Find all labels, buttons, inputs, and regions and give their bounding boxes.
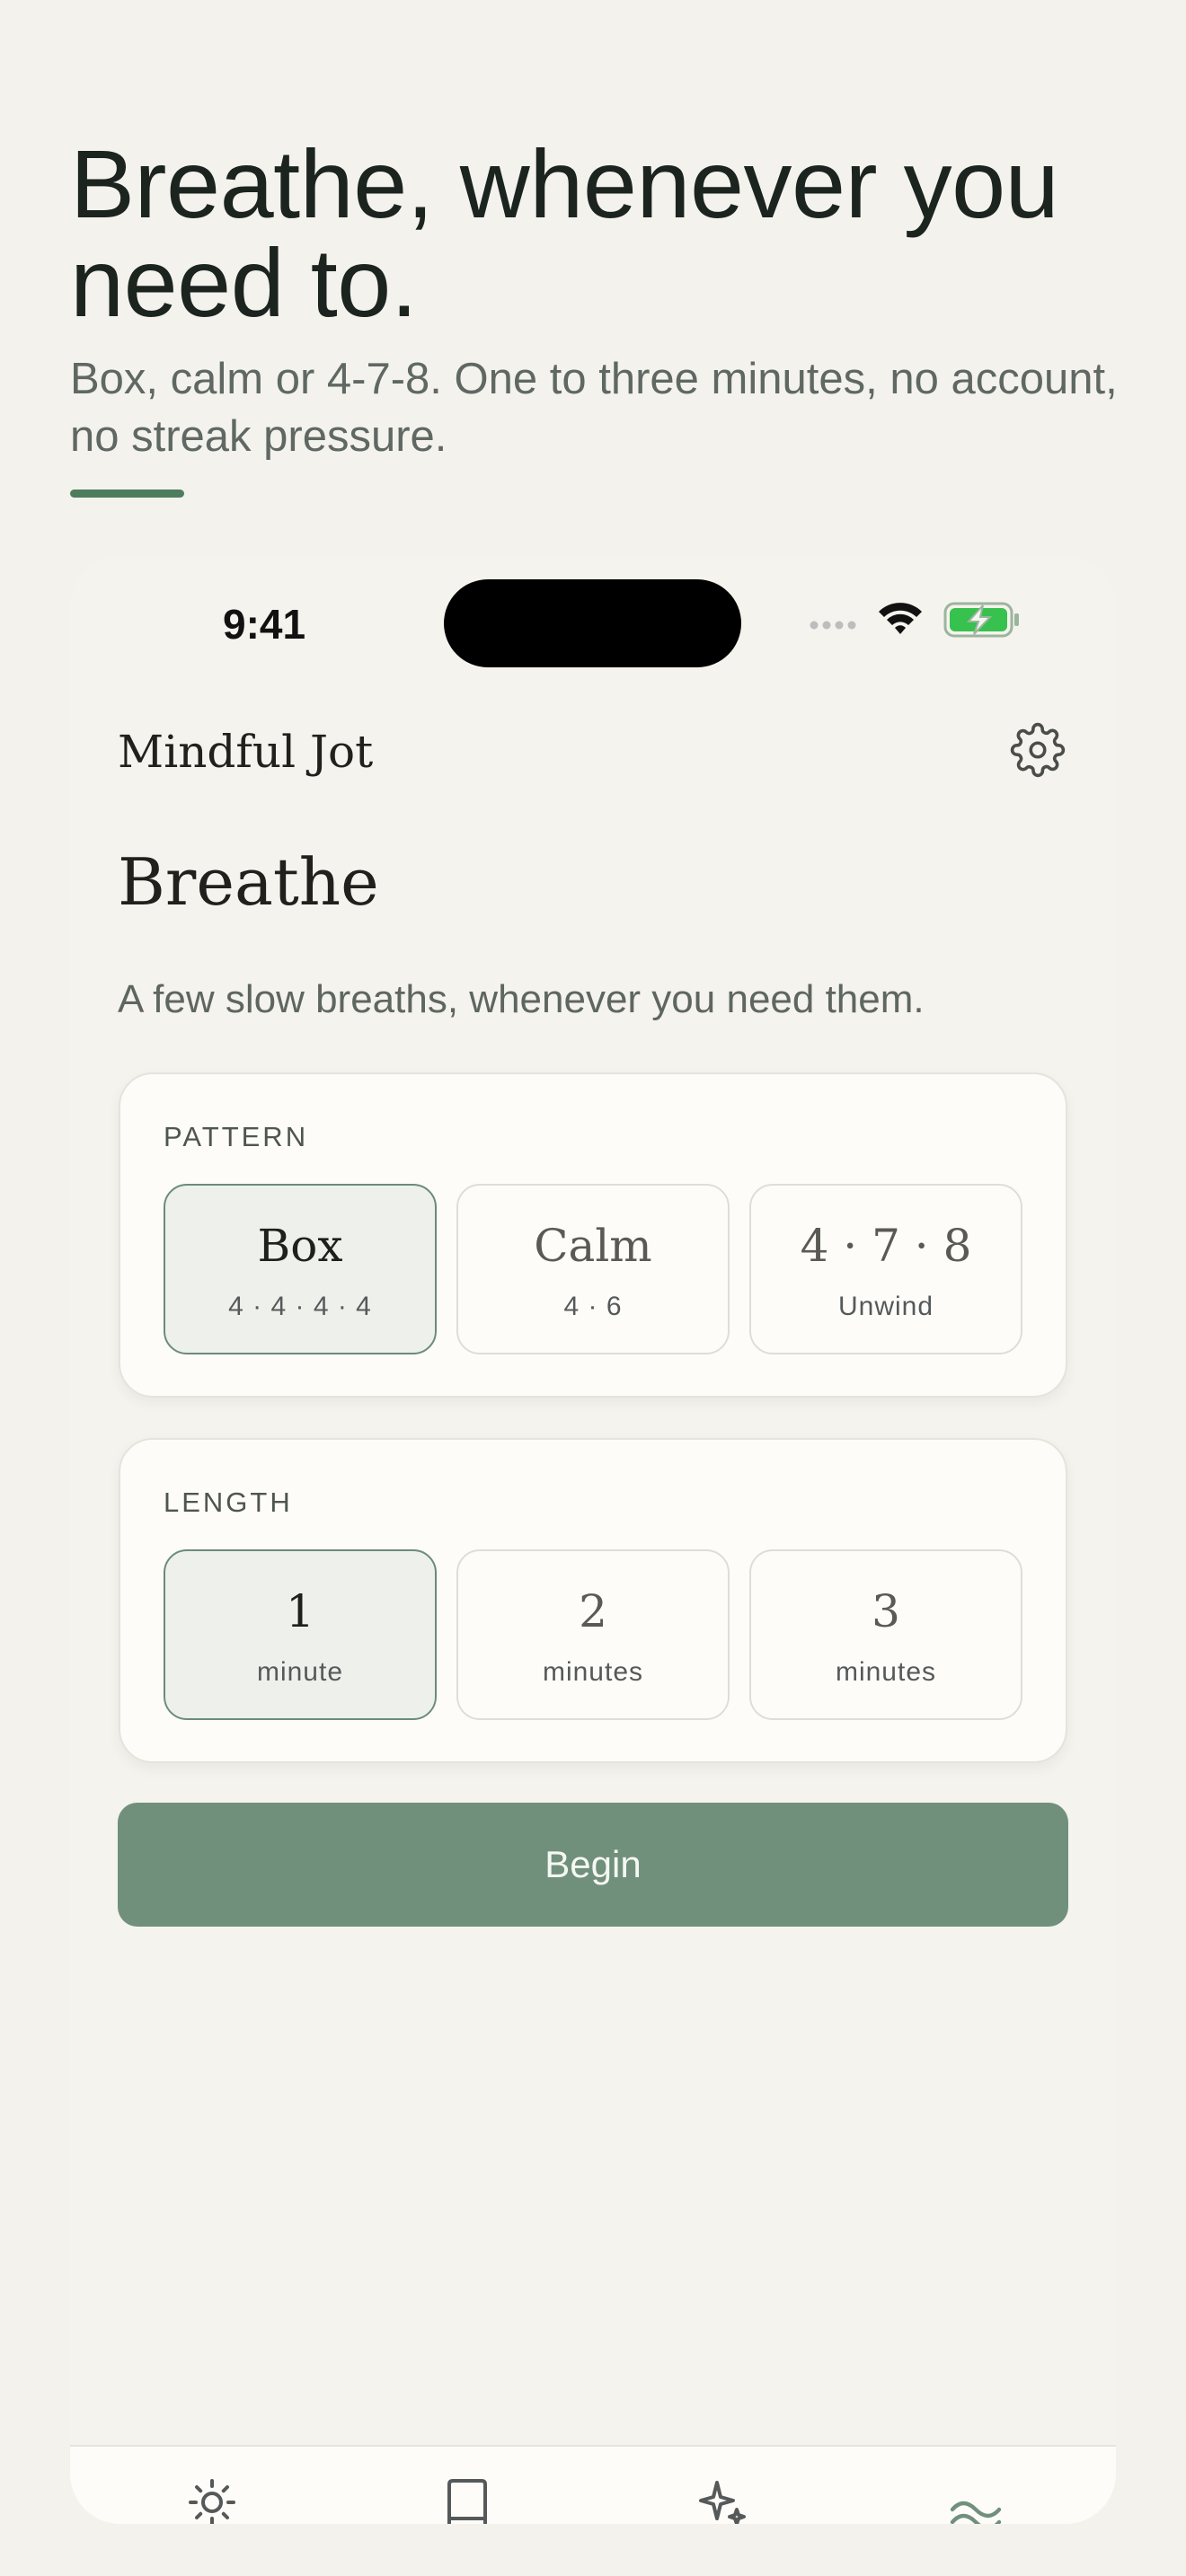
option-title: 4 · 7 · 8 [800, 1220, 972, 1272]
option-detail: 4 · 6 [563, 1292, 623, 1321]
wifi-icon [879, 603, 922, 634]
length-option-3[interactable]: 3 minutes [749, 1549, 1022, 1720]
option-detail: Unwind [837, 1292, 934, 1321]
tab-bar [70, 2445, 1116, 2524]
phone-frame: 9:41 Mindful Jot Breathe A few slow brea… [70, 555, 1116, 2524]
sparkle-icon[interactable] [695, 2479, 749, 2524]
sun-icon[interactable] [185, 2479, 239, 2524]
pattern-card: PATTERN Box 4 · 4 · 4 · 4 Calm 4 · 6 4 ·… [119, 1072, 1067, 1398]
status-icons [809, 600, 1024, 645]
hero-title: Breathe, whenever you need to. [70, 129, 1059, 337]
length-card: LENGTH 1 minute 2 minutes 3 minutes [119, 1438, 1067, 1763]
option-title: 2 [579, 1585, 607, 1637]
dynamic-island [444, 579, 741, 667]
option-detail: minute [256, 1657, 344, 1687]
pattern-option-478[interactable]: 4 · 7 · 8 Unwind [749, 1184, 1022, 1354]
pattern-option-calm[interactable]: Calm 4 · 6 [456, 1184, 730, 1354]
begin-button[interactable]: Begin [118, 1803, 1068, 1927]
option-detail: minutes [542, 1657, 644, 1687]
length-option-2[interactable]: 2 minutes [456, 1549, 730, 1720]
option-title: 1 [286, 1585, 314, 1637]
battery-charging-icon [943, 602, 1019, 638]
option-title: Box [257, 1220, 343, 1272]
pattern-label: PATTERN [164, 1121, 309, 1152]
app-name: Mindful Jot [118, 726, 374, 778]
pattern-option-box[interactable]: Box 4 · 4 · 4 · 4 [164, 1184, 437, 1354]
option-detail: 4 · 4 · 4 · 4 [228, 1292, 372, 1321]
status-time: 9:41 [223, 601, 306, 648]
option-title: 3 [872, 1585, 900, 1637]
hero-subtitle: Box, calm or 4-7-8. One to three minutes… [70, 355, 1118, 461]
breath-wave-icon[interactable] [949, 2479, 1003, 2524]
journal-icon[interactable] [440, 2479, 494, 2524]
length-option-1[interactable]: 1 minute [164, 1549, 437, 1720]
hero-accent-rule [70, 490, 184, 498]
signal-icon [810, 621, 856, 630]
gear-icon[interactable] [1010, 722, 1066, 778]
page-title: Breathe [118, 844, 379, 920]
length-label: LENGTH [164, 1486, 293, 1518]
option-title: Calm [534, 1220, 652, 1272]
page-subtitle: A few slow breaths, whenever you need th… [118, 977, 925, 1021]
option-detail: minutes [835, 1657, 937, 1687]
